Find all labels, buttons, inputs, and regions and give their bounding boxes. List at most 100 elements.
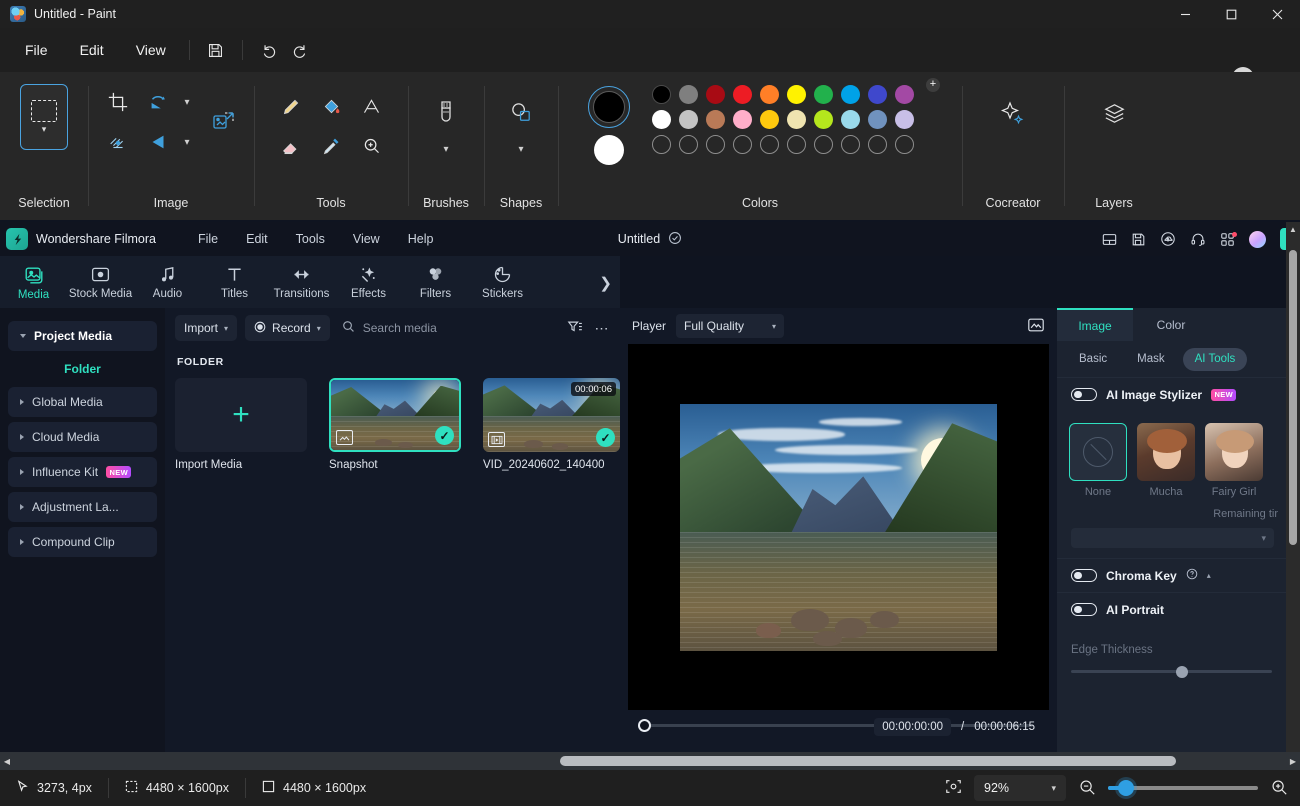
color-swatch-row1-8[interactable] — [868, 85, 887, 104]
style-dropdown[interactable]: ▾ — [1071, 528, 1274, 548]
color-swatch-empty-5[interactable] — [787, 135, 806, 154]
tree-item-project-media[interactable]: Project Media — [8, 321, 157, 351]
chevron-down-icon[interactable]: ▾ — [178, 85, 196, 119]
filmora-menu-view[interactable]: View — [339, 232, 394, 246]
record-button[interactable]: Record ▾ — [245, 315, 330, 341]
avatar[interactable] — [1249, 231, 1266, 248]
inspector-tab-image[interactable]: Image — [1057, 308, 1133, 341]
color-swatch-grid[interactable] — [648, 82, 918, 157]
style-preset-none[interactable]: None — [1069, 423, 1127, 498]
color-swatch-row2-0[interactable] — [652, 110, 671, 129]
zoom-slider-knob[interactable] — [1118, 780, 1134, 796]
edge-thickness-slider[interactable] — [1071, 670, 1272, 673]
color-swatch-row1-3[interactable] — [733, 85, 752, 104]
layout-icon[interactable] — [1102, 232, 1117, 247]
color-swatch-row2-5[interactable] — [787, 110, 806, 129]
zoom-slider[interactable] — [1108, 786, 1258, 790]
brush-icon[interactable] — [426, 92, 466, 132]
scroll-up-arrow[interactable]: ▲ — [1286, 222, 1300, 236]
color-swatch-empty-8[interactable] — [868, 135, 887, 154]
playhead-knob[interactable] — [638, 719, 651, 732]
filmora-menu-tools[interactable]: Tools — [282, 232, 339, 246]
tree-item-compound-clip[interactable]: Compound Clip — [8, 527, 157, 557]
shapes-icon[interactable] — [501, 92, 541, 132]
filmora-menu-help[interactable]: Help — [394, 232, 448, 246]
more-options-icon[interactable]: ⋯ — [595, 324, 611, 332]
color-swatch-row1-4[interactable] — [760, 85, 779, 104]
help-icon[interactable] — [1186, 568, 1198, 583]
color-swatch-empty-9[interactable] — [895, 135, 914, 154]
support-headset-icon[interactable] — [1190, 231, 1206, 247]
undo-icon[interactable] — [253, 35, 285, 65]
scrollbar-thumb[interactable] — [1289, 250, 1297, 545]
pencil-icon[interactable] — [271, 86, 311, 126]
text-icon[interactable] — [351, 86, 391, 126]
tab-audio[interactable]: Audio — [134, 264, 201, 300]
color-swatch-row1-2[interactable] — [706, 85, 725, 104]
tab-filters[interactable]: Filters — [402, 264, 469, 300]
import-button[interactable]: Import ▾ — [175, 315, 237, 341]
color-swatch-row1-1[interactable] — [679, 85, 698, 104]
color-swatch-row2-6[interactable] — [814, 110, 833, 129]
rectangular-selection-icon[interactable]: ▾ — [20, 84, 68, 150]
inspector-tab-color[interactable]: Color — [1133, 308, 1209, 341]
secondary-color-swatch[interactable] — [594, 135, 624, 165]
snapshot-icon[interactable] — [1027, 316, 1045, 337]
media-item-snapshot[interactable]: ✓ Snapshot — [329, 378, 461, 471]
menu-edit[interactable]: Edit — [67, 35, 117, 65]
tab-transitions[interactable]: Transitions — [268, 264, 335, 300]
style-preset-fairy-girl[interactable]: Fairy Girl — [1205, 423, 1263, 498]
tree-item-influence-kit[interactable]: Influence Kit NEW — [8, 457, 157, 487]
eraser-icon[interactable] — [271, 126, 311, 166]
color-swatch-empty-6[interactable] — [814, 135, 833, 154]
zoom-select[interactable]: 92% ▾ — [974, 775, 1066, 801]
close-button[interactable] — [1254, 0, 1300, 28]
chevron-down-icon[interactable]: ▾ — [512, 132, 530, 166]
color-swatch-row2-3[interactable] — [733, 110, 752, 129]
chevron-right-icon[interactable]: ❯ — [599, 274, 612, 292]
color-picker-icon[interactable] — [311, 126, 351, 166]
crop-icon[interactable] — [98, 82, 138, 122]
color-swatch-empty-0[interactable] — [652, 135, 671, 154]
primary-color-swatch[interactable] — [588, 86, 630, 128]
zoom-out-icon[interactable] — [1078, 778, 1096, 799]
menu-file[interactable]: File — [12, 35, 61, 65]
maximize-button[interactable] — [1208, 0, 1254, 28]
color-swatch-row1-9[interactable] — [895, 85, 914, 104]
save-icon[interactable] — [200, 35, 232, 65]
color-swatch-row2-7[interactable] — [841, 110, 860, 129]
filmora-menu-file[interactable]: File — [184, 232, 232, 246]
tree-item-adjustment-layer[interactable]: Adjustment La... — [8, 492, 157, 522]
slider-knob[interactable] — [1176, 666, 1188, 678]
tree-item-global-media[interactable]: Global Media — [8, 387, 157, 417]
scroll-right-arrow[interactable]: ▶ — [1286, 757, 1300, 766]
zoom-in-icon[interactable] — [1270, 778, 1288, 799]
color-swatch-row1-7[interactable] — [841, 85, 860, 104]
filmora-menu-edit[interactable]: Edit — [232, 232, 282, 246]
media-item-import[interactable]: + Import Media — [175, 378, 307, 471]
flip-icon[interactable] — [138, 122, 178, 162]
chevron-down-icon[interactable]: ▾ — [42, 124, 47, 135]
menu-view[interactable]: View — [123, 35, 179, 65]
color-swatch-row1-0[interactable] — [652, 85, 671, 104]
color-swatch-empty-2[interactable] — [706, 135, 725, 154]
color-swatch-empty-1[interactable] — [679, 135, 698, 154]
magnifier-icon[interactable] — [351, 126, 391, 166]
scrollbar-thumb[interactable] — [560, 756, 1176, 766]
quality-select[interactable]: Full Quality ▾ — [676, 314, 784, 338]
inspector-scrollbar[interactable]: ▲ ▼ — [1286, 222, 1300, 770]
canvas-horizontal-scrollbar[interactable]: ◀ ▶ — [0, 752, 1300, 770]
save-project-icon[interactable] — [1131, 232, 1146, 247]
color-swatch-row2-8[interactable] — [868, 110, 887, 129]
upload-cloud-icon[interactable] — [1160, 231, 1176, 247]
color-swatch-empty-7[interactable] — [841, 135, 860, 154]
tab-media[interactable]: Media — [0, 264, 67, 301]
layers-icon[interactable] — [1094, 94, 1134, 134]
subtab-mask[interactable]: Mask — [1125, 348, 1176, 371]
video-tile[interactable]: 00:00:06 ✓ — [483, 378, 620, 452]
color-swatch-row2-1[interactable] — [679, 110, 698, 129]
fit-to-window-icon[interactable] — [945, 778, 962, 798]
media-item-video[interactable]: 00:00:06 ✓ VID_20240602_140400 — [483, 378, 615, 471]
tab-effects[interactable]: Effects — [335, 264, 402, 300]
add-color-icon[interactable]: + — [926, 78, 940, 92]
